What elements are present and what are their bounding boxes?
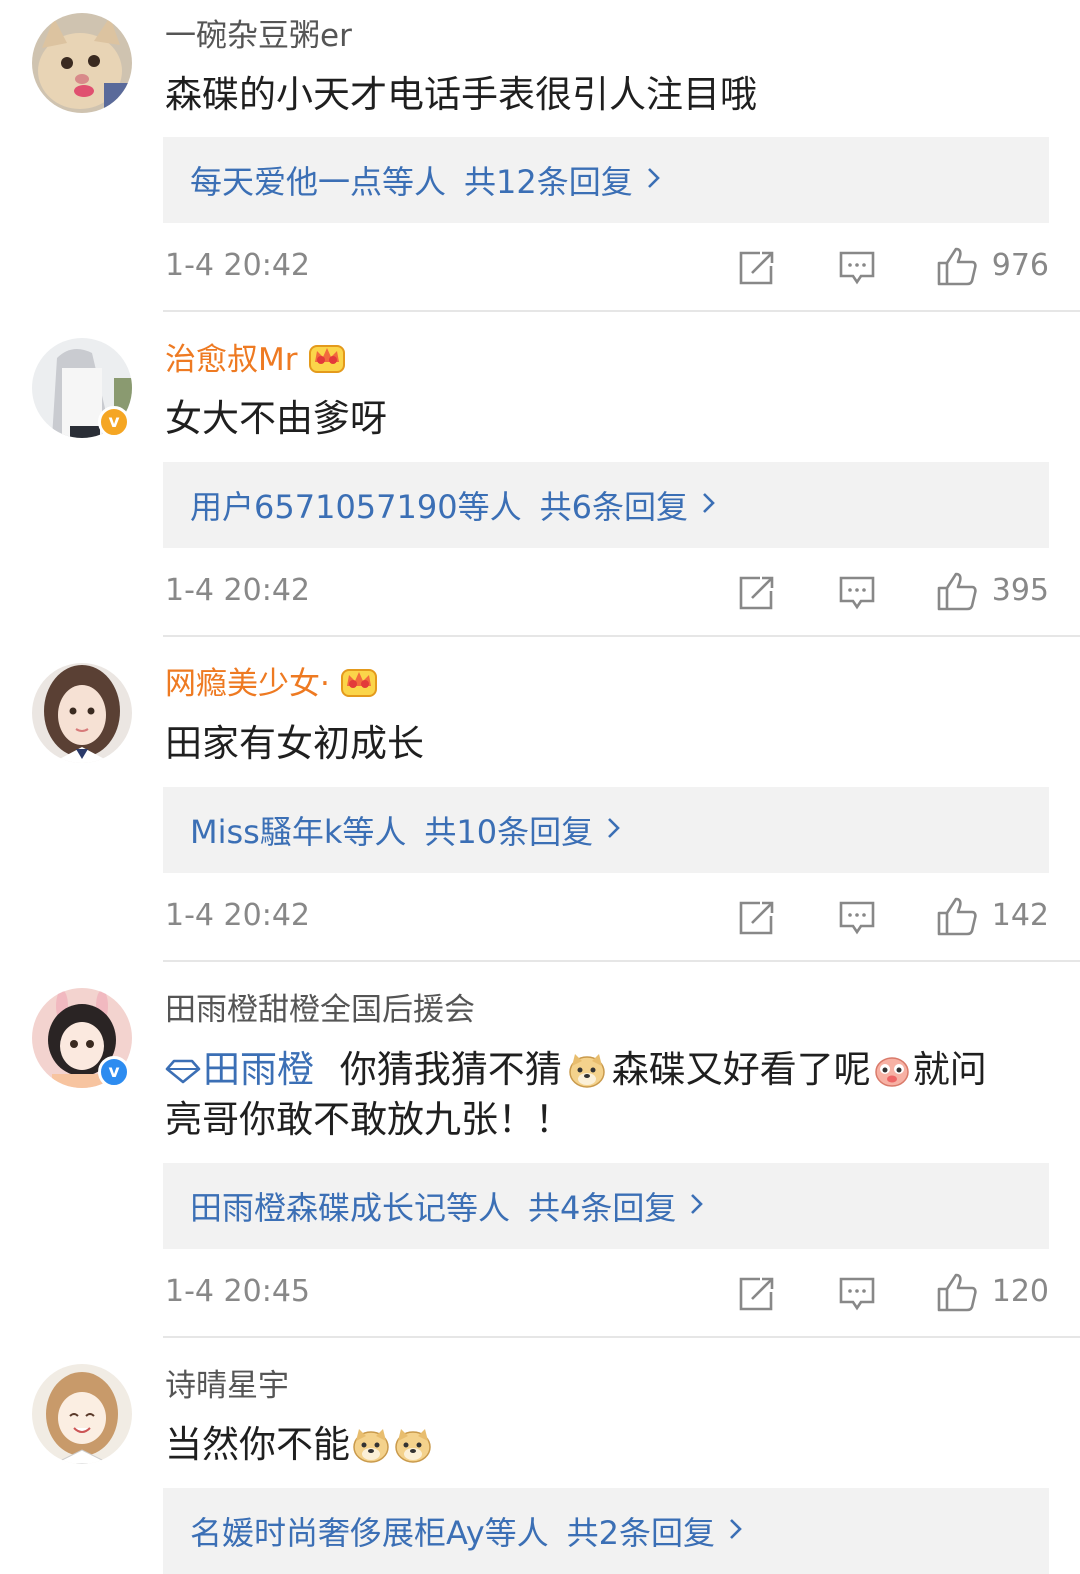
like-count: 142 — [991, 898, 1049, 933]
comment-text: 田家有女初成长 — [165, 722, 424, 765]
timestamp: 1-4 20:42 — [165, 248, 310, 283]
chevron-right-icon — [688, 1187, 706, 1225]
reply-summary[interactable]: 用户6571057190等人 共6条回复 — [163, 462, 1049, 548]
reply-count: 共2条回复 — [566, 1514, 716, 1552]
crown-badge-icon — [308, 340, 346, 384]
like-icon[interactable] — [936, 570, 978, 616]
doge-emoji-icon — [352, 1426, 390, 1476]
share-icon[interactable] — [738, 250, 776, 290]
timestamp: 1-4 20:42 — [165, 898, 310, 933]
verified-badge-icon: v — [98, 406, 130, 438]
like-icon[interactable] — [936, 1271, 978, 1317]
mention-text: 田雨橙 — [203, 1048, 314, 1091]
divider — [163, 635, 1080, 637]
like-count: 976 — [991, 248, 1049, 283]
comment-text: 女大不由爹呀 — [165, 397, 387, 440]
comment-text: 当然你不能 — [165, 1420, 434, 1476]
comment-meta: 1-4 20:45 120 — [165, 1269, 1049, 1319]
username[interactable]: 网瘾美少女· — [165, 664, 378, 708]
like-icon[interactable] — [936, 245, 978, 291]
share-icon[interactable] — [738, 1276, 776, 1316]
comment-text-part: 当然你不能 — [165, 1423, 350, 1466]
avatar[interactable] — [32, 1364, 132, 1464]
like-icon[interactable] — [936, 895, 978, 941]
comment-icon[interactable] — [838, 1276, 876, 1316]
chevron-right-icon — [605, 811, 623, 849]
comment-text-line2: 亮哥你敢不敢放九张！！ — [165, 1098, 572, 1141]
username[interactable]: 一碗杂豆粥er — [165, 16, 352, 56]
crown-badge-icon — [340, 664, 378, 708]
mention-link[interactable]: 田雨橙 — [165, 1048, 314, 1091]
comment-meta: 1-4 20:42 976 — [165, 243, 1049, 293]
comment-meta: 1-4 20:42 142 — [165, 893, 1049, 943]
comment-text-part: 就问 — [912, 1048, 987, 1091]
comment-meta: 1-4 20:42 395 — [165, 568, 1049, 618]
reply-names: Miss騷年k等人 — [190, 813, 407, 851]
reply-count: 共12条回复 — [464, 163, 633, 201]
username-text: 治愈叔Mr — [165, 342, 298, 378]
avatar[interactable] — [32, 13, 132, 113]
like-count: 120 — [991, 1274, 1049, 1309]
reply-count: 共6条回复 — [539, 488, 688, 526]
comment-text: 田雨橙 你猜我猜不猜 森碟又好看了呢 就问 — [165, 1045, 987, 1101]
username[interactable]: 田雨橙甜橙全国后援会 — [165, 990, 475, 1030]
comment-text: 森碟的小天才电话手表很引人注目哦 — [165, 73, 757, 116]
chevron-right-icon — [700, 486, 718, 524]
username[interactable]: 诗晴星宇 — [165, 1366, 289, 1406]
reply-names: 每天爱他一点等人 — [190, 163, 447, 201]
reply-summary[interactable]: 每天爱他一点等人 共12条回复 — [163, 137, 1049, 223]
pig-emoji-icon — [873, 1051, 911, 1101]
doge-emoji-icon — [394, 1426, 432, 1476]
timestamp: 1-4 20:45 — [165, 1274, 310, 1309]
avatar[interactable] — [32, 663, 132, 763]
username[interactable]: 治愈叔Mr — [165, 340, 346, 384]
reply-summary[interactable]: 田雨橙森碟成长记等人 共4条回复 — [163, 1163, 1049, 1249]
timestamp: 1-4 20:42 — [165, 573, 310, 608]
reply-names: 名媛时尚奢侈展柜Ay等人 — [190, 1514, 549, 1552]
comment-icon[interactable] — [838, 900, 876, 940]
divider — [163, 310, 1080, 312]
comment-icon[interactable] — [838, 250, 876, 290]
share-icon[interactable] — [738, 900, 776, 940]
divider — [163, 1336, 1080, 1338]
divider — [163, 960, 1080, 962]
reply-summary[interactable]: Miss騷年k等人 共10条回复 — [163, 787, 1049, 873]
comment-text-part: 森碟又好看了呢 — [611, 1048, 871, 1091]
like-count: 395 — [991, 573, 1049, 608]
reply-names: 用户6571057190等人 — [190, 488, 522, 526]
username-text: 网瘾美少女· — [165, 666, 330, 702]
reply-names: 田雨橙森碟成长记等人 — [190, 1189, 511, 1227]
chevron-right-icon — [645, 161, 663, 199]
chevron-right-icon — [727, 1512, 745, 1550]
verified-badge-icon: v — [98, 1056, 130, 1088]
doge-emoji-icon — [568, 1051, 606, 1101]
reply-count: 共4条回复 — [528, 1189, 677, 1227]
reply-count: 共10条回复 — [424, 813, 594, 851]
reply-summary[interactable]: 名媛时尚奢侈展柜Ay等人 共2条回复 — [163, 1488, 1049, 1574]
share-icon[interactable] — [738, 575, 776, 615]
comment-text-part: 你猜我猜不猜 — [339, 1048, 562, 1091]
superchat-diamond-icon — [165, 1047, 201, 1097]
comment-icon[interactable] — [838, 575, 876, 615]
